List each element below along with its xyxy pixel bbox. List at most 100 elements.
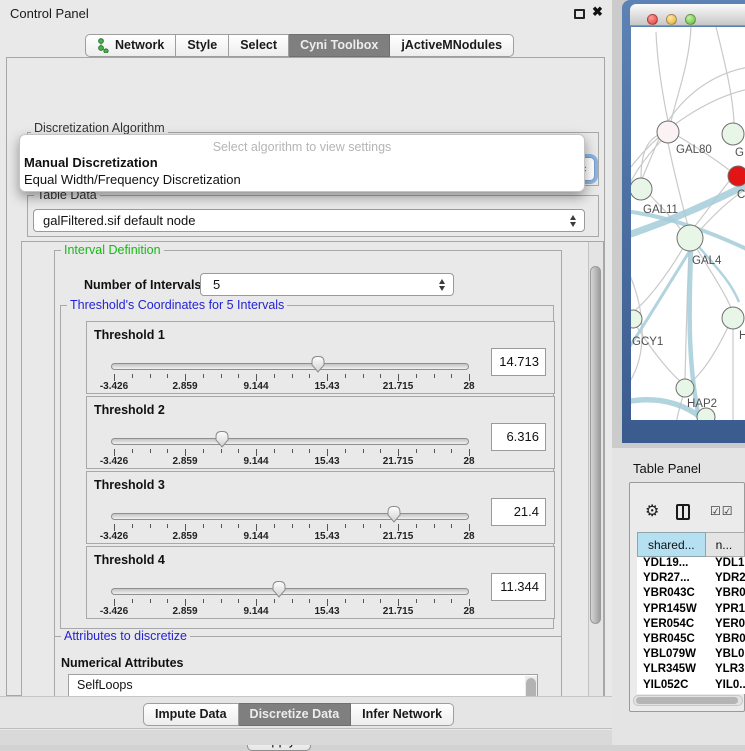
tab-jactivemnodules[interactable]: jActiveMNodules [390, 34, 514, 57]
cell-shared-name[interactable]: YER054C [637, 618, 707, 633]
slider-handle[interactable] [386, 505, 402, 523]
tick-mark [345, 449, 346, 453]
network-node-gal11[interactable] [631, 178, 652, 200]
horizontal-scrollbar-thumb[interactable] [636, 697, 738, 704]
top-tab-bar: NetworkStyleSelect Cyni Toolbox jActiveMNo… [85, 34, 514, 57]
table-row[interactable]: YER054CYER0... [637, 618, 745, 633]
gear-icon[interactable]: ⚙ [645, 501, 659, 521]
cell-shared-name[interactable]: YDR27... [637, 572, 707, 587]
table-row[interactable]: YBR045CYBR0... [637, 633, 745, 648]
cell-name[interactable]: YBR0... [707, 587, 745, 602]
column-header-name[interactable]: n... [706, 532, 745, 557]
network-canvas[interactable]: GAL80GCGAL11GAL4GCY1HHAP2 [631, 27, 745, 420]
table-row[interactable]: YIL052CYIL0... [637, 679, 745, 694]
tab-label: Cyni Toolbox [300, 35, 378, 56]
threshold-value-field[interactable]: 6.316 [491, 423, 546, 451]
column-split-icon[interactable] [676, 504, 690, 520]
network-node-c[interactable] [728, 166, 745, 186]
tab-network[interactable]: Network [85, 34, 176, 57]
tick-mark [416, 374, 417, 378]
cell-name[interactable]: YLR3... [707, 663, 745, 678]
network-edge[interactable] [671, 27, 691, 122]
network-node-gal4[interactable] [677, 225, 703, 251]
slider-handle[interactable] [214, 430, 230, 448]
tick-mark [221, 449, 222, 453]
table-data-combobox[interactable]: galFiltered.sif default node [33, 209, 585, 232]
cell-name[interactable]: YIL0... [707, 679, 745, 694]
threshold-value-field[interactable]: 14.713 [491, 348, 546, 376]
cell-shared-name[interactable]: YIL052C [637, 679, 707, 694]
checkboxes-icon[interactable]: ☑☑ [710, 504, 734, 518]
cell-name[interactable]: YDL1... [707, 557, 745, 572]
close-traffic-light[interactable] [647, 14, 658, 25]
column-header-shared-name[interactable]: shared... [637, 532, 706, 557]
table-row[interactable]: YLR345WYLR3... [637, 663, 745, 678]
table-row[interactable]: YBL079WYBL0... [637, 648, 745, 663]
network-edge-highlighted[interactable] [631, 249, 691, 349]
tick-mark [469, 524, 470, 531]
tab-label: Infer Network [362, 704, 442, 725]
tick-label: 2.859 [160, 381, 210, 392]
menu-item-manual-discretization[interactable]: Manual Discretization [24, 155, 158, 170]
cell-name[interactable]: YBL0... [707, 648, 745, 663]
number-of-intervals-value: 5 [213, 277, 220, 292]
network-edge[interactable] [641, 135, 658, 178]
tick-label: 15.43 [302, 531, 352, 542]
network-node-g[interactable] [722, 123, 744, 145]
cell-shared-name[interactable]: YBR045C [637, 633, 707, 648]
zoom-traffic-light[interactable] [685, 14, 696, 25]
cell-name[interactable]: YER0... [707, 618, 745, 633]
cell-shared-name[interactable]: YBL079W [637, 648, 707, 663]
network-edge[interactable] [716, 27, 734, 123]
network-edge[interactable] [691, 327, 728, 382]
cell-shared-name[interactable]: YDL19... [637, 557, 707, 572]
bottom-tab-bar: Impute DataDiscretize Data Infer Network [143, 703, 454, 726]
tick-mark [114, 524, 115, 531]
tick-mark [167, 599, 168, 603]
network-node-gal80[interactable] [657, 121, 679, 143]
slider-handle[interactable] [310, 355, 326, 373]
cell-shared-name[interactable]: YLR345W [637, 663, 707, 678]
node-label: G [735, 147, 744, 159]
slider-track[interactable] [111, 513, 469, 520]
node-label: GAL11 [643, 204, 678, 216]
settings-scroll-pane: Interval Definition Number of Intervals … [21, 241, 604, 729]
float-window-icon[interactable] [574, 9, 585, 19]
tick-mark [327, 524, 328, 531]
vertical-scrollbar-thumb[interactable] [590, 266, 601, 624]
network-window-titlebar[interactable] [630, 4, 745, 26]
close-icon[interactable]: ✖ [592, 4, 603, 20]
table-row[interactable]: YDR27...YDR2... [637, 572, 745, 587]
tab-select[interactable]: Select [229, 34, 289, 57]
table-row[interactable]: YDL19...YDL1... [637, 557, 745, 572]
number-of-intervals-label: Number of Intervals [84, 278, 201, 292]
table-row[interactable]: YPR145WYPR1... [637, 603, 745, 618]
minimize-traffic-light[interactable] [666, 14, 677, 25]
tab-cyni-toolbox[interactable]: Cyni Toolbox [289, 34, 390, 57]
tab-discretize-data[interactable]: Discretize Data [239, 703, 352, 726]
slider-track[interactable] [111, 438, 469, 445]
number-of-intervals-spinner[interactable]: 5 [200, 273, 454, 296]
cell-shared-name[interactable]: YPR145W [637, 603, 707, 618]
cell-name[interactable]: YBR0... [707, 633, 745, 648]
network-edge[interactable] [656, 32, 668, 121]
tab-style[interactable]: Style [176, 34, 229, 57]
slider-track[interactable] [111, 588, 469, 595]
cell-name[interactable]: YPR1... [707, 603, 745, 618]
cell-name[interactable]: YDR2... [707, 572, 745, 587]
menu-item-equal-width-frequency[interactable]: Equal Width/Frequency Discretization [24, 172, 241, 187]
tab-infer-network[interactable]: Infer Network [351, 703, 454, 726]
slider-handle[interactable] [271, 580, 287, 598]
cell-shared-name[interactable]: YBR043C [637, 587, 707, 602]
network-node-h[interactable] [722, 307, 744, 329]
table-row[interactable]: YBR043CYBR0... [637, 587, 745, 602]
tab-impute-data[interactable]: Impute Data [143, 703, 239, 726]
threshold-value-field[interactable]: 21.4 [491, 498, 546, 526]
threshold-label: Threshold 2 [94, 403, 165, 417]
discretization-algorithm-group-title: Discretization Algorithm [31, 121, 168, 135]
tick-mark [150, 449, 151, 453]
slider-track[interactable] [111, 363, 469, 370]
list-item[interactable]: SelfLoops [69, 675, 537, 693]
network-node-hap2[interactable] [676, 379, 694, 397]
threshold-value-field[interactable]: 11.344 [491, 573, 546, 601]
